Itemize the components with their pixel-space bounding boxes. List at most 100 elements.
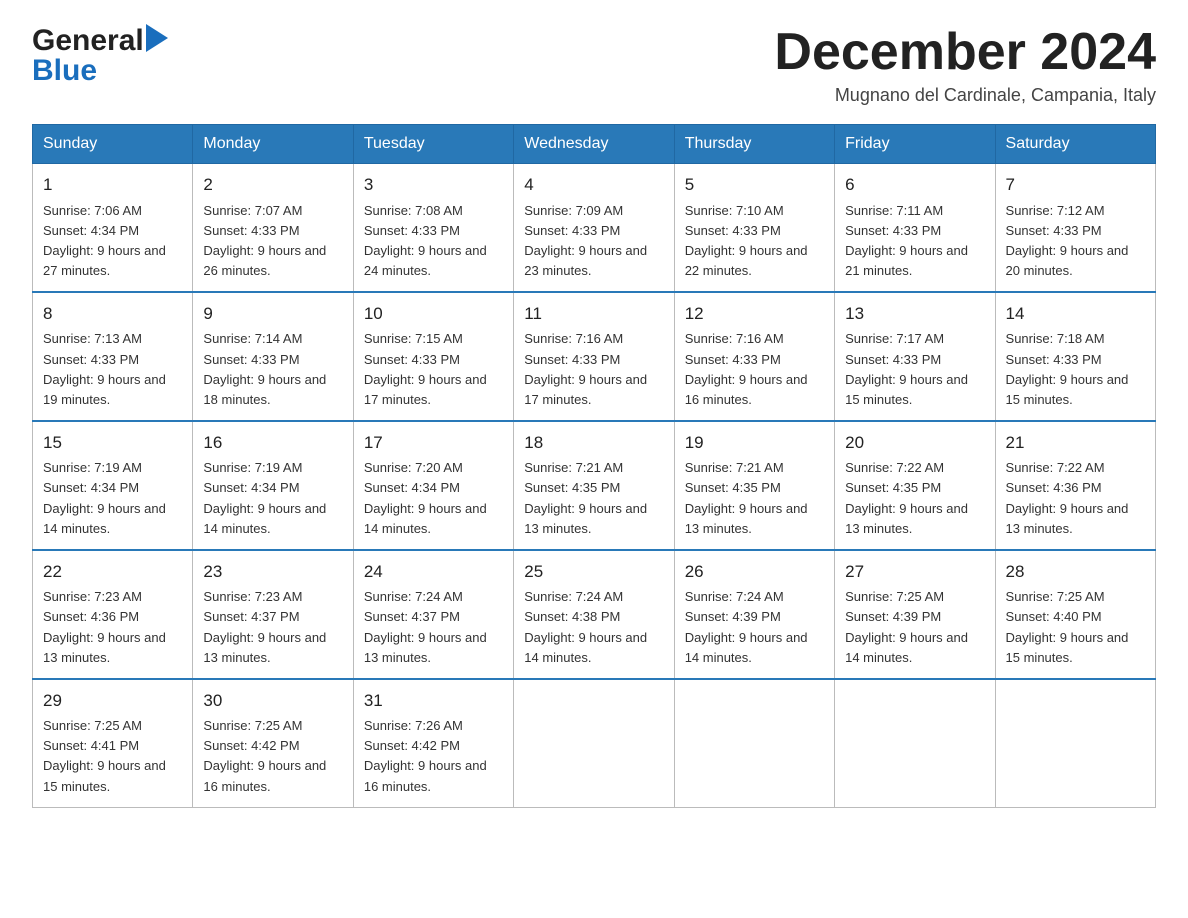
column-header-thursday: Thursday	[674, 125, 834, 164]
calendar-cell: 19Sunrise: 7:21 AMSunset: 4:35 PMDayligh…	[674, 421, 834, 550]
sunset-text: Sunset: 4:33 PM	[1006, 221, 1145, 241]
calendar-cell: 13Sunrise: 7:17 AMSunset: 4:33 PMDayligh…	[835, 292, 995, 421]
calendar-cell: 9Sunrise: 7:14 AMSunset: 4:33 PMDaylight…	[193, 292, 353, 421]
sunrise-text: Sunrise: 7:25 AM	[43, 716, 182, 736]
sunrise-text: Sunrise: 7:20 AM	[364, 458, 503, 478]
daylight-text: Daylight: 9 hours and 14 minutes.	[203, 499, 342, 539]
calendar-cell: 29Sunrise: 7:25 AMSunset: 4:41 PMDayligh…	[33, 679, 193, 807]
column-header-sunday: Sunday	[33, 125, 193, 164]
sunrise-text: Sunrise: 7:23 AM	[203, 587, 342, 607]
column-header-tuesday: Tuesday	[353, 125, 513, 164]
sunset-text: Sunset: 4:37 PM	[364, 607, 503, 627]
calendar-cell: 11Sunrise: 7:16 AMSunset: 4:33 PMDayligh…	[514, 292, 674, 421]
sunset-text: Sunset: 4:35 PM	[685, 478, 824, 498]
sunrise-text: Sunrise: 7:15 AM	[364, 329, 503, 349]
calendar-cell: 5Sunrise: 7:10 AMSunset: 4:33 PMDaylight…	[674, 164, 834, 292]
week-row-1: 1Sunrise: 7:06 AMSunset: 4:34 PMDaylight…	[33, 164, 1156, 292]
sunset-text: Sunset: 4:33 PM	[845, 221, 984, 241]
day-number: 29	[43, 688, 182, 714]
calendar-cell: 21Sunrise: 7:22 AMSunset: 4:36 PMDayligh…	[995, 421, 1155, 550]
sunset-text: Sunset: 4:36 PM	[43, 607, 182, 627]
location-text: Mugnano del Cardinale, Campania, Italy	[774, 85, 1156, 106]
sunset-text: Sunset: 4:34 PM	[203, 478, 342, 498]
daylight-text: Daylight: 9 hours and 19 minutes.	[43, 370, 182, 410]
day-number: 4	[524, 172, 663, 198]
calendar-cell: 12Sunrise: 7:16 AMSunset: 4:33 PMDayligh…	[674, 292, 834, 421]
sunrise-text: Sunrise: 7:21 AM	[524, 458, 663, 478]
logo-general-text: General	[32, 24, 144, 58]
sunrise-text: Sunrise: 7:25 AM	[1006, 587, 1145, 607]
sunset-text: Sunset: 4:33 PM	[524, 350, 663, 370]
sunrise-text: Sunrise: 7:16 AM	[685, 329, 824, 349]
calendar-cell: 27Sunrise: 7:25 AMSunset: 4:39 PMDayligh…	[835, 550, 995, 679]
daylight-text: Daylight: 9 hours and 13 minutes.	[524, 499, 663, 539]
sunset-text: Sunset: 4:39 PM	[845, 607, 984, 627]
sunset-text: Sunset: 4:42 PM	[203, 736, 342, 756]
day-number: 23	[203, 559, 342, 585]
sunrise-text: Sunrise: 7:25 AM	[845, 587, 984, 607]
header-row: SundayMondayTuesdayWednesdayThursdayFrid…	[33, 125, 1156, 164]
calendar-cell: 20Sunrise: 7:22 AMSunset: 4:35 PMDayligh…	[835, 421, 995, 550]
page-header: General Blue December 2024 Mugnano del C…	[32, 24, 1156, 106]
week-row-3: 15Sunrise: 7:19 AMSunset: 4:34 PMDayligh…	[33, 421, 1156, 550]
calendar-cell: 14Sunrise: 7:18 AMSunset: 4:33 PMDayligh…	[995, 292, 1155, 421]
calendar-cell: 17Sunrise: 7:20 AMSunset: 4:34 PMDayligh…	[353, 421, 513, 550]
day-number: 13	[845, 301, 984, 327]
daylight-text: Daylight: 9 hours and 15 minutes.	[1006, 370, 1145, 410]
calendar-cell: 4Sunrise: 7:09 AMSunset: 4:33 PMDaylight…	[514, 164, 674, 292]
sunset-text: Sunset: 4:33 PM	[1006, 350, 1145, 370]
sunset-text: Sunset: 4:33 PM	[364, 350, 503, 370]
sunrise-text: Sunrise: 7:08 AM	[364, 201, 503, 221]
daylight-text: Daylight: 9 hours and 14 minutes.	[845, 628, 984, 668]
sunrise-text: Sunrise: 7:25 AM	[203, 716, 342, 736]
sunset-text: Sunset: 4:33 PM	[203, 350, 342, 370]
day-number: 11	[524, 301, 663, 327]
daylight-text: Daylight: 9 hours and 27 minutes.	[43, 241, 182, 281]
calendar-cell	[995, 679, 1155, 807]
column-header-monday: Monday	[193, 125, 353, 164]
daylight-text: Daylight: 9 hours and 15 minutes.	[1006, 628, 1145, 668]
sunrise-text: Sunrise: 7:13 AM	[43, 329, 182, 349]
column-header-saturday: Saturday	[995, 125, 1155, 164]
calendar-cell: 18Sunrise: 7:21 AMSunset: 4:35 PMDayligh…	[514, 421, 674, 550]
daylight-text: Daylight: 9 hours and 21 minutes.	[845, 241, 984, 281]
daylight-text: Daylight: 9 hours and 17 minutes.	[364, 370, 503, 410]
calendar-cell: 15Sunrise: 7:19 AMSunset: 4:34 PMDayligh…	[33, 421, 193, 550]
day-number: 20	[845, 430, 984, 456]
day-number: 12	[685, 301, 824, 327]
sunset-text: Sunset: 4:42 PM	[364, 736, 503, 756]
daylight-text: Daylight: 9 hours and 26 minutes.	[203, 241, 342, 281]
day-number: 10	[364, 301, 503, 327]
day-number: 2	[203, 172, 342, 198]
daylight-text: Daylight: 9 hours and 16 minutes.	[685, 370, 824, 410]
logo: General Blue	[32, 24, 168, 88]
sunset-text: Sunset: 4:33 PM	[203, 221, 342, 241]
calendar-table: SundayMondayTuesdayWednesdayThursdayFrid…	[32, 124, 1156, 808]
calendar-cell: 31Sunrise: 7:26 AMSunset: 4:42 PMDayligh…	[353, 679, 513, 807]
calendar-cell: 1Sunrise: 7:06 AMSunset: 4:34 PMDaylight…	[33, 164, 193, 292]
daylight-text: Daylight: 9 hours and 18 minutes.	[203, 370, 342, 410]
daylight-text: Daylight: 9 hours and 24 minutes.	[364, 241, 503, 281]
logo-blue-text: Blue	[32, 54, 97, 87]
sunset-text: Sunset: 4:34 PM	[364, 478, 503, 498]
day-number: 15	[43, 430, 182, 456]
day-number: 14	[1006, 301, 1145, 327]
day-number: 22	[43, 559, 182, 585]
day-number: 19	[685, 430, 824, 456]
day-number: 27	[845, 559, 984, 585]
sunrise-text: Sunrise: 7:18 AM	[1006, 329, 1145, 349]
week-row-4: 22Sunrise: 7:23 AMSunset: 4:36 PMDayligh…	[33, 550, 1156, 679]
daylight-text: Daylight: 9 hours and 13 minutes.	[203, 628, 342, 668]
sunrise-text: Sunrise: 7:23 AM	[43, 587, 182, 607]
column-header-friday: Friday	[835, 125, 995, 164]
sunset-text: Sunset: 4:35 PM	[845, 478, 984, 498]
day-number: 30	[203, 688, 342, 714]
daylight-text: Daylight: 9 hours and 13 minutes.	[364, 628, 503, 668]
sunrise-text: Sunrise: 7:09 AM	[524, 201, 663, 221]
daylight-text: Daylight: 9 hours and 14 minutes.	[524, 628, 663, 668]
day-number: 9	[203, 301, 342, 327]
day-number: 1	[43, 172, 182, 198]
sunset-text: Sunset: 4:40 PM	[1006, 607, 1145, 627]
sunset-text: Sunset: 4:33 PM	[524, 221, 663, 241]
sunset-text: Sunset: 4:33 PM	[685, 350, 824, 370]
